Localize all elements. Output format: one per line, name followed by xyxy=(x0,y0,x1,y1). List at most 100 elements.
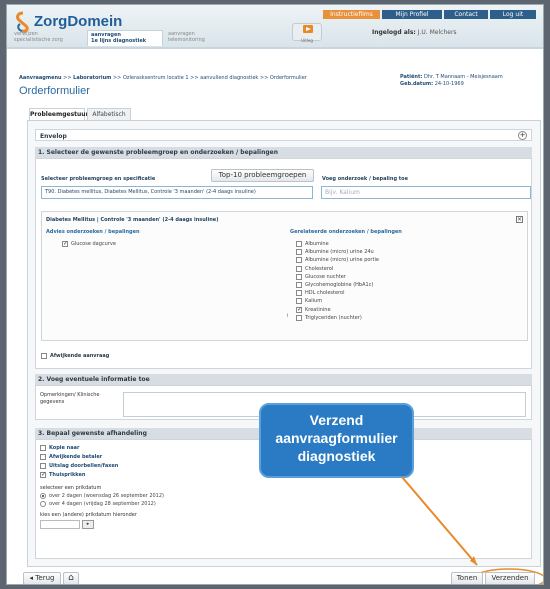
subtab-line: 1e lijns diagnostiek xyxy=(91,38,147,44)
checkbox[interactable] xyxy=(296,241,302,247)
back-button[interactable]: ◂ Terug xyxy=(23,572,61,584)
group-box: Diabetes Mellitus | Controle '3 maanden'… xyxy=(41,211,528,341)
close-icon[interactable]: × xyxy=(516,216,523,223)
home-button[interactable]: ⌂ xyxy=(63,572,79,584)
handling-option-label: Afwijkende betaler xyxy=(49,454,103,460)
related-item[interactable]: Albumine (micro) urine portie xyxy=(296,257,446,265)
related-item[interactable]: Cholesterol xyxy=(296,265,446,274)
handling-option[interactable]: ✓ Thuisprikken xyxy=(40,472,170,480)
section1-body: Top-10 probleemgroepen Selecteer problee… xyxy=(35,158,532,369)
checkbox[interactable] xyxy=(296,273,302,280)
related-item[interactable]: Triglyceriden (nuchter) xyxy=(296,314,446,323)
subtab-verwijzen[interactable]: verwijzen specialistische zorg xyxy=(11,30,83,46)
send-button[interactable]: Verzenden xyxy=(485,572,535,584)
header-divider xyxy=(7,47,543,49)
checkbox[interactable] xyxy=(40,445,46,451)
problem-group-select[interactable]: T90. Diabetes mellitus, Diabetes Mellitu… xyxy=(41,186,313,199)
callout-line: Verzend xyxy=(309,412,364,428)
checkbox[interactable]: ✓ xyxy=(62,241,68,247)
checkbox[interactable] xyxy=(40,454,46,460)
show-button[interactable]: Tonen xyxy=(451,572,483,584)
checkbox[interactable]: ✓ xyxy=(296,306,302,313)
related-item-label: Cholesterol xyxy=(305,265,334,272)
related-item[interactable]: Glycohemoglobine (HbA1c) xyxy=(296,282,446,290)
expand-icon[interactable]: + xyxy=(518,131,527,140)
date-option[interactable]: over 2 dagen (woensdag 26 september 2012… xyxy=(40,493,240,501)
subtab-line: specialistische zorg xyxy=(14,37,63,43)
tab-alfabetisch[interactable]: Alfabetisch xyxy=(87,108,131,120)
logo-text: ZorgDomein xyxy=(34,13,123,30)
radio-button[interactable] xyxy=(40,501,46,507)
nav-logout[interactable]: Log uit xyxy=(490,10,536,19)
deviant-request[interactable]: Afwijkende aanvraag xyxy=(41,353,161,361)
chevron-left-icon: ◂ xyxy=(29,574,34,582)
date-label: selecteer een prikdatum xyxy=(40,485,102,491)
group-title: Diabetes Mellitus | Controle '3 maanden'… xyxy=(46,217,219,223)
breadcrumb-root[interactable]: Aanvraagmenu xyxy=(19,75,62,81)
other-date-label: kies een (andere) prikdatum hieronder xyxy=(40,512,137,518)
video-button[interactable]: Uitleg xyxy=(292,23,322,43)
handling-option[interactable]: Kopie naar xyxy=(40,445,170,453)
checkbox[interactable] xyxy=(296,314,302,321)
checkbox[interactable] xyxy=(296,249,302,256)
related-item-label: Glucose nuchter xyxy=(305,273,346,280)
patient-name: Dhr. T Mannaam - Meisjesnaam xyxy=(423,74,503,80)
checkbox[interactable] xyxy=(296,265,302,272)
app-window: ZorgDomein Instructiefilms Mijn Profiel … xyxy=(6,4,544,585)
date-option[interactable]: over 4 dagen (vrijdag 28 september 2012) xyxy=(40,501,240,509)
related-title: Gerelateerde onderzoeken / bepalingen xyxy=(290,229,402,235)
form-panel: Envelop + 1. Selecteer de gewenste probl… xyxy=(27,120,541,567)
checkbox[interactable] xyxy=(296,290,302,297)
related-item[interactable]: Glucose nuchter xyxy=(296,273,446,282)
breadcrumb-step[interactable]: Ozlerasksentrum locatie 1 xyxy=(123,75,189,81)
nav-profile[interactable]: Mijn Profiel xyxy=(382,10,442,19)
checkbox[interactable] xyxy=(296,298,302,305)
patient-info: Patiënt: Dhr. T Mannaam - Meisjesnaam Ge… xyxy=(400,74,503,88)
related-item-label: HDL cholesterol xyxy=(305,290,345,297)
checkbox[interactable] xyxy=(296,257,302,264)
logged-in-info: Ingelogd als: J.U. Melchers xyxy=(372,29,457,36)
handling-option[interactable]: Afwijkende betaler xyxy=(40,454,170,462)
breadcrumb-step[interactable]: Laboratorium xyxy=(73,75,111,81)
subtab-diagnostiek[interactable]: aanvragen 1e lijns diagnostiek xyxy=(87,30,163,46)
envelop-bar[interactable]: Envelop + xyxy=(35,129,532,141)
checkbox[interactable] xyxy=(40,463,46,469)
breadcrumb-step[interactable]: aanvullend diagnostiek xyxy=(200,75,258,81)
info-icon[interactable]: i xyxy=(287,313,288,319)
top-header: ZorgDomein Instructiefilms Mijn Profiel … xyxy=(7,5,543,47)
callout-line: aanvraagformulier xyxy=(275,430,398,446)
related-item-label: Albumine (micro) urine portie xyxy=(305,257,379,264)
breadcrumb-sep: >> xyxy=(259,75,269,81)
advice-item-label: Glucose dagcurve xyxy=(71,241,116,247)
related-item[interactable]: Albumine xyxy=(296,241,446,249)
envelop-title: Envelop xyxy=(40,133,67,140)
nav-contact[interactable]: Contact xyxy=(444,10,488,19)
radio-button[interactable] xyxy=(40,493,46,499)
nav-instructions[interactable]: Instructiefilms xyxy=(323,10,380,19)
related-item-label: Triglyceriden (nuchter) xyxy=(305,314,362,321)
related-item-label: Glycohemoglobine (HbA1c) xyxy=(305,282,374,288)
calendar-icon[interactable]: ▸ xyxy=(82,520,94,529)
checkbox[interactable] xyxy=(296,282,302,288)
add-test-input[interactable]: Bijv. Kalium xyxy=(321,186,531,199)
top10-button[interactable]: Top-10 probleemgroepen xyxy=(211,169,314,182)
section1-header: 1. Selecteer de gewenste probleemgroep e… xyxy=(35,147,532,158)
related-item[interactable]: HDL cholesterol xyxy=(296,290,446,298)
related-item[interactable]: ✓ Kreatinine xyxy=(296,306,446,315)
related-item[interactable]: Albumine (micro) urine 24u xyxy=(296,249,446,257)
related-item-label: Kalium xyxy=(305,298,323,305)
select-label: Selecteer probleemgroep en specificatie xyxy=(41,176,156,182)
deviant-label: Afwijkende aanvraag xyxy=(50,353,110,359)
handling-option[interactable]: Uitslag doorbellen/faxen xyxy=(40,463,170,471)
tab-probleemgestuurd[interactable]: Probleemgestuurd xyxy=(29,108,93,120)
advice-item[interactable]: ✓ Glucose dagcurve xyxy=(62,241,182,249)
date-input[interactable] xyxy=(40,520,80,529)
subtab-telemonitoring[interactable]: aanvragen telemonitoring xyxy=(165,30,225,46)
checkbox[interactable]: ✓ xyxy=(40,472,46,478)
checkbox[interactable] xyxy=(41,353,47,359)
handling-option-label: Kopie naar xyxy=(49,445,80,451)
breadcrumb-sep: >> xyxy=(63,75,72,81)
related-item[interactable]: Kalium xyxy=(296,298,446,306)
patient-dob: 24-10-1969 xyxy=(434,81,464,87)
section2-header: 2. Voeg eventuele informatie toe xyxy=(35,374,532,385)
